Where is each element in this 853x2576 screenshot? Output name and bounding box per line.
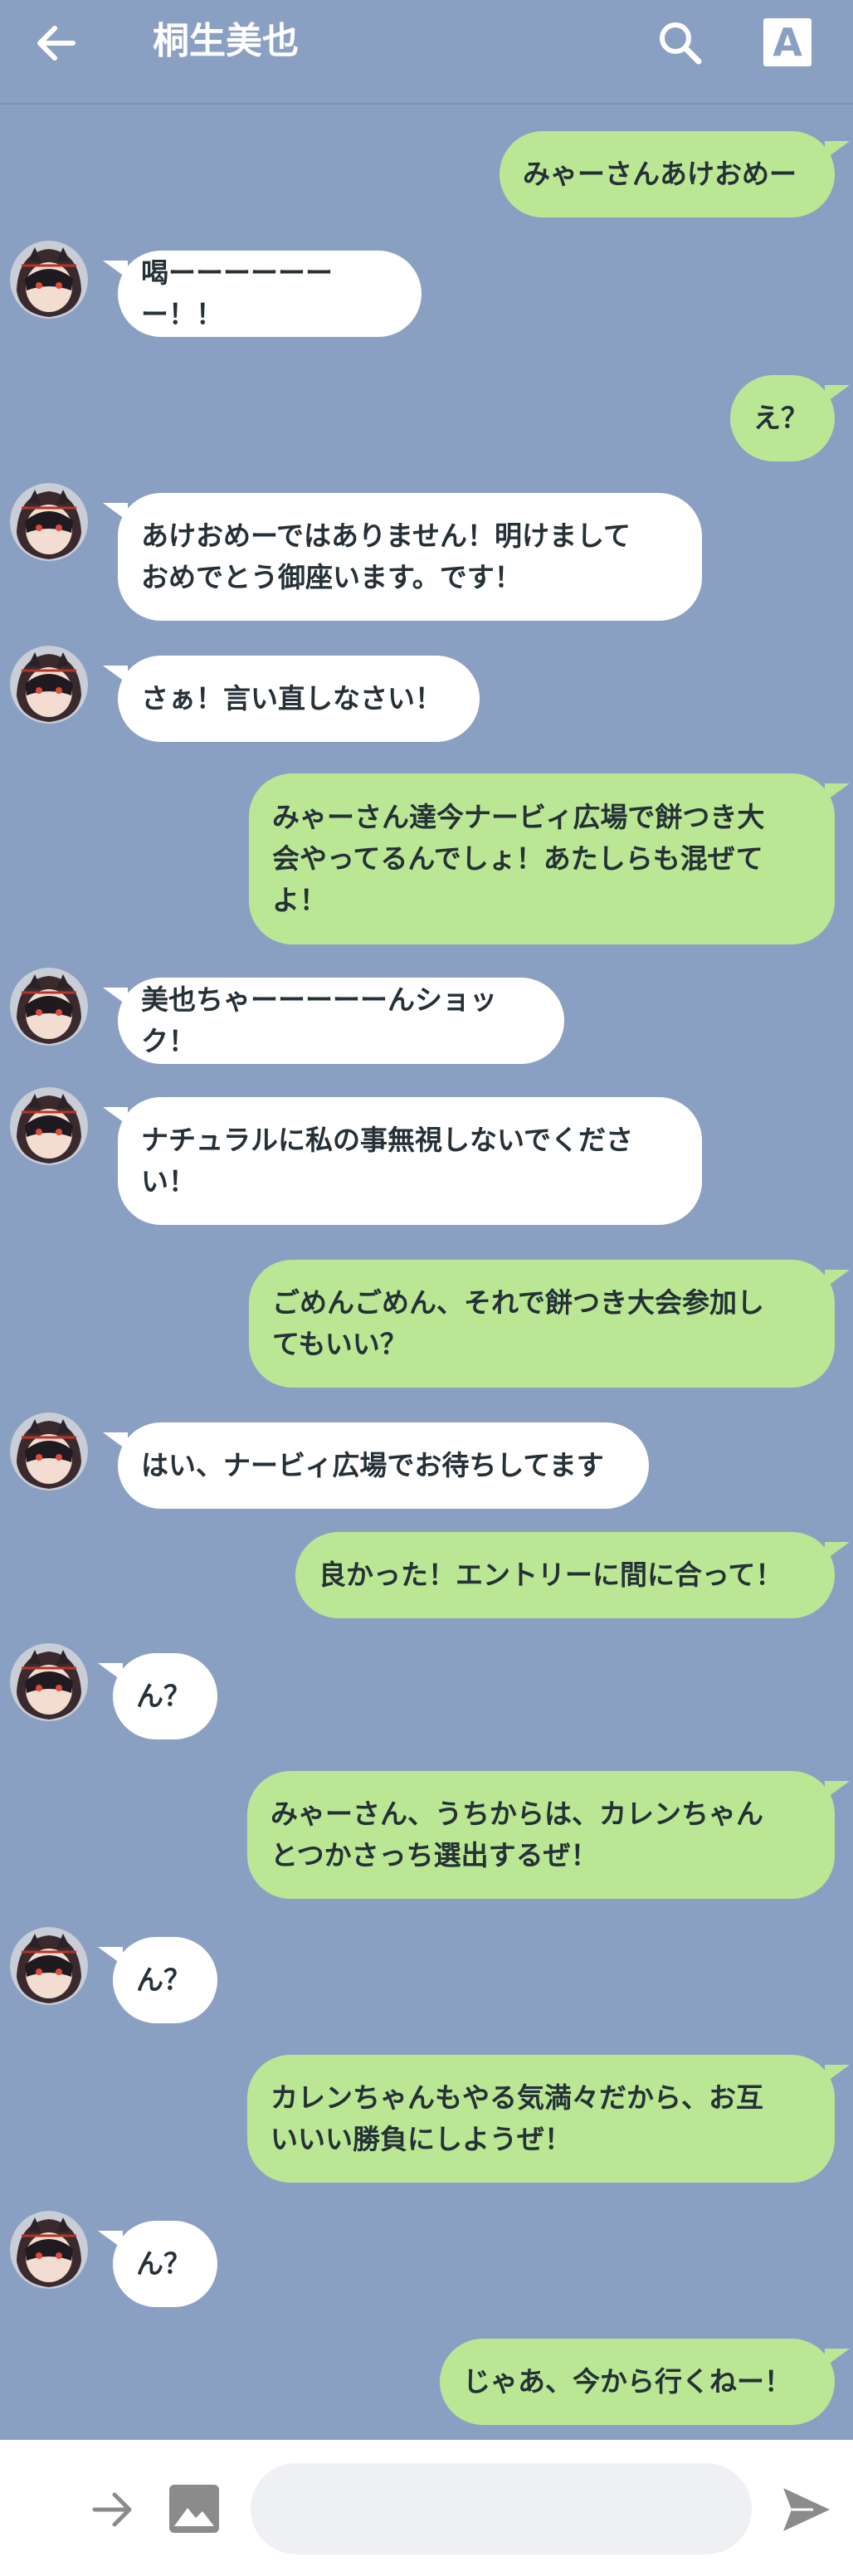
message-bubble[interactable]: ん？ — [113, 1937, 217, 2023]
message-bubble[interactable]: 喝ーーーーーーー！！ — [118, 251, 422, 337]
image-button[interactable] — [168, 2483, 221, 2535]
message-bubble[interactable]: みゃーさん、うちからは、カレンちゃん とつかさっち選出するぜ！ — [247, 1771, 835, 1899]
avatar[interactable] — [10, 1087, 88, 1165]
message-bubble[interactable]: ん？ — [113, 2221, 217, 2307]
message-input[interactable] — [251, 2463, 752, 2554]
avatar[interactable] — [10, 2211, 88, 2289]
arrow-right-icon — [92, 2492, 132, 2527]
message-bubble[interactable]: え？ — [730, 375, 835, 461]
arrow-left-icon — [37, 26, 76, 61]
message-bubble[interactable]: みゃーさん達今ナービィ広場で餅つき大 会やってるんでしょ！あたしらも混ぜて よ！ — [249, 773, 835, 944]
message-bubble[interactable]: ナチュラルに私の事無視しないでくださ い！ — [118, 1097, 702, 1225]
message-bubble[interactable]: カレンちゃんもやる気満々だから、お互 いいい勝負にしようぜ！ — [247, 2055, 835, 2183]
message-bubble[interactable]: 美也ちゃーーーーーんショック！ — [118, 978, 564, 1064]
search-button[interactable] — [654, 17, 707, 70]
avatar[interactable] — [10, 483, 88, 561]
message-bubble[interactable]: はい、ナービィ広場でお待ちしてます — [118, 1422, 649, 1509]
avatar[interactable] — [10, 1643, 88, 1721]
message-bubble[interactable]: ん？ — [113, 1653, 217, 1739]
message-bubble[interactable]: ごめんごめん、それで餅つき大会参加し てもいい？ — [249, 1260, 835, 1388]
forward-button[interactable] — [90, 2486, 136, 2533]
message-bubble[interactable]: さぁ！言い直しなさい！ — [118, 656, 480, 742]
message-bubble[interactable]: あけおめーではありません！明けまして おめでとう御座います。です！ — [118, 493, 702, 621]
send-button[interactable] — [780, 2485, 833, 2535]
message-bubble[interactable]: じゃあ、今から行くねー！ — [440, 2339, 835, 2425]
avatar[interactable] — [10, 968, 88, 1046]
app-header: 桐生美也 A — [0, 0, 853, 105]
message-bubble[interactable]: 良かった！エントリーに間に合って！ — [295, 1532, 835, 1618]
avatar[interactable] — [10, 646, 88, 724]
font-size-button[interactable]: A — [763, 18, 812, 66]
composer-bar — [0, 2440, 853, 2576]
message-bubble[interactable]: みゃーさんあけおめー — [500, 131, 835, 217]
avatar[interactable] — [10, 1927, 88, 2005]
image-icon — [169, 2485, 219, 2533]
chat-title: 桐生美也 — [153, 20, 299, 62]
send-icon — [783, 2488, 830, 2531]
avatar[interactable] — [10, 241, 88, 319]
search-icon — [660, 22, 702, 65]
back-button[interactable] — [33, 20, 80, 66]
avatar[interactable] — [10, 1412, 88, 1490]
